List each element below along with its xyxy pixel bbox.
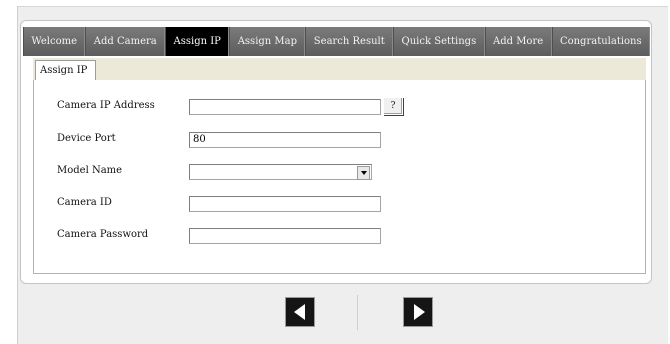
tab-congratulations[interactable]: Congratulations	[551, 27, 651, 56]
nav-divider	[357, 295, 358, 330]
ip-help-button[interactable]: ?	[383, 97, 403, 115]
camera-ip-row: Camera IP Address ?	[34, 97, 645, 115]
camera-ip-input[interactable]	[189, 99, 381, 115]
triangle-left-icon	[293, 304, 305, 320]
tab-add-camera[interactable]: Add Camera	[85, 27, 166, 56]
chevron-down-icon[interactable]	[357, 166, 370, 180]
tab-add-more[interactable]: Add More	[484, 27, 552, 56]
subtab-assign-ip[interactable]: Assign IP	[35, 60, 97, 80]
camera-password-row: Camera Password	[34, 228, 645, 244]
camera-id-input[interactable]	[189, 196, 381, 212]
wizard-panel: Welcome Add Camera Assign IP Assign Map …	[20, 20, 652, 284]
camera-password-input[interactable]	[189, 228, 381, 244]
tab-welcome[interactable]: Welcome	[23, 27, 86, 56]
model-name-label: Model Name	[57, 165, 123, 176]
wizard-steps: Welcome Add Camera Assign IP Assign Map …	[23, 27, 651, 56]
tab-quick-settings[interactable]: Quick Settings	[393, 27, 485, 56]
camera-id-label: Camera ID	[57, 197, 112, 208]
tab-search-result[interactable]: Search Result	[305, 27, 394, 56]
camera-password-label: Camera Password	[57, 229, 149, 240]
next-button[interactable]	[403, 297, 433, 327]
camera-ip-label: Camera IP Address	[57, 100, 155, 111]
model-name-dropdown[interactable]	[189, 164, 372, 180]
assign-ip-form: Camera IP Address ? Device Port Model Na…	[33, 80, 646, 274]
back-button[interactable]	[285, 297, 315, 327]
device-port-row: Device Port	[34, 132, 645, 148]
device-port-label: Device Port	[57, 133, 116, 144]
tab-assign-ip[interactable]: Assign IP	[165, 27, 230, 56]
model-name-row: Model Name	[34, 164, 645, 180]
device-port-input[interactable]	[189, 132, 381, 148]
tab-assign-map[interactable]: Assign Map	[229, 27, 306, 56]
camera-id-row: Camera ID	[34, 196, 645, 212]
triangle-right-icon	[413, 304, 425, 320]
subtab-bar: Assign IP	[33, 58, 646, 81]
